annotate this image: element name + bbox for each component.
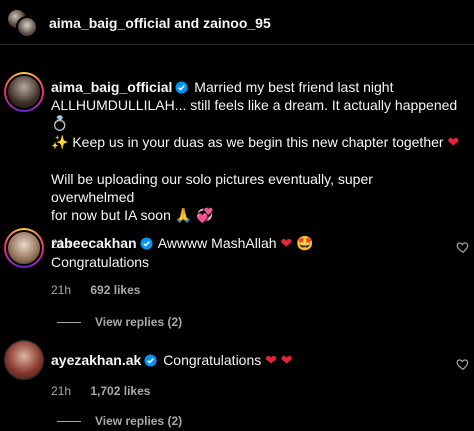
post-header: aima_baig_official and zainoo_95 xyxy=(0,0,474,45)
like-heart-icon[interactable] xyxy=(456,357,470,371)
collab-avatars[interactable] xyxy=(6,8,38,38)
header-user1[interactable]: aima_baig_official xyxy=(49,15,170,31)
heart-emoji: ❤ xyxy=(265,353,277,369)
comment-time[interactable]: 21h xyxy=(51,283,71,297)
verified-badge-icon xyxy=(175,81,188,94)
header-user2[interactable]: zainoo_95 xyxy=(203,15,271,31)
view-replies-label[interactable]: View replies (2) xyxy=(95,412,182,430)
comment-text-line2: Congratulations xyxy=(51,254,150,270)
caption-line3: Keep us in your duas as we begin this ne… xyxy=(72,134,444,150)
verified-badge-icon xyxy=(140,237,153,250)
ring-emoji: 💍 xyxy=(51,116,69,132)
reply-divider xyxy=(57,420,81,422)
comment-body: rabeecakhan Awwww MashAllah ❤ 🤩 Congratu… xyxy=(51,234,444,299)
collab-title: aima_baig_official and zainoo_95 xyxy=(49,14,271,32)
comment-text: Congratulations xyxy=(163,352,262,368)
caption-body: aima_baig_official Married my best frien… xyxy=(51,78,460,253)
verified-badge-icon xyxy=(144,354,157,367)
avatar[interactable] xyxy=(4,72,44,112)
caption-username[interactable]: aima_baig_official xyxy=(51,79,172,95)
heart-emoji: ❤ xyxy=(280,353,293,369)
comment-time[interactable]: 21h xyxy=(51,384,71,398)
view-replies-button[interactable]: View replies (2) xyxy=(57,412,182,430)
caption-line5: for now but IA soon xyxy=(51,207,171,223)
avatar[interactable] xyxy=(16,16,38,38)
comment-username[interactable]: ayezakhan.ak xyxy=(51,352,141,368)
reply-divider xyxy=(57,321,81,323)
header-joiner: and xyxy=(174,15,200,31)
sparkle-emoji: ✨ xyxy=(51,135,69,151)
caption-line2: ALLHUMDULLILAH... still feels like a dre… xyxy=(51,97,458,113)
heart-emoji: ❤ xyxy=(447,135,460,151)
caption-line4: Will be uploading our solo pictures even… xyxy=(51,171,373,205)
view-replies-button[interactable]: View replies (2) xyxy=(57,313,182,331)
view-replies-label[interactable]: View replies (2) xyxy=(95,313,182,331)
caption-line1: Married my best friend last night xyxy=(194,79,394,95)
hearts-emoji: 💞 xyxy=(196,208,214,224)
comment-likes[interactable]: 1,702 likes xyxy=(90,384,150,398)
comment-username[interactable]: rabeecakhan xyxy=(51,235,137,251)
star-eyes-emoji: 🤩 xyxy=(296,236,314,252)
pray-emoji: 🙏 xyxy=(174,208,193,224)
comment-body: ayezakhan.ak Congratulations ❤ ❤ 21h 1,7… xyxy=(51,351,444,400)
avatar[interactable] xyxy=(4,340,44,380)
like-heart-icon[interactable] xyxy=(456,240,470,254)
avatar[interactable] xyxy=(4,228,44,268)
comment-text: Awwww MashAllah xyxy=(157,235,277,251)
comment-likes[interactable]: 692 likes xyxy=(90,283,140,297)
heart-emoji: ❤ xyxy=(280,236,293,252)
